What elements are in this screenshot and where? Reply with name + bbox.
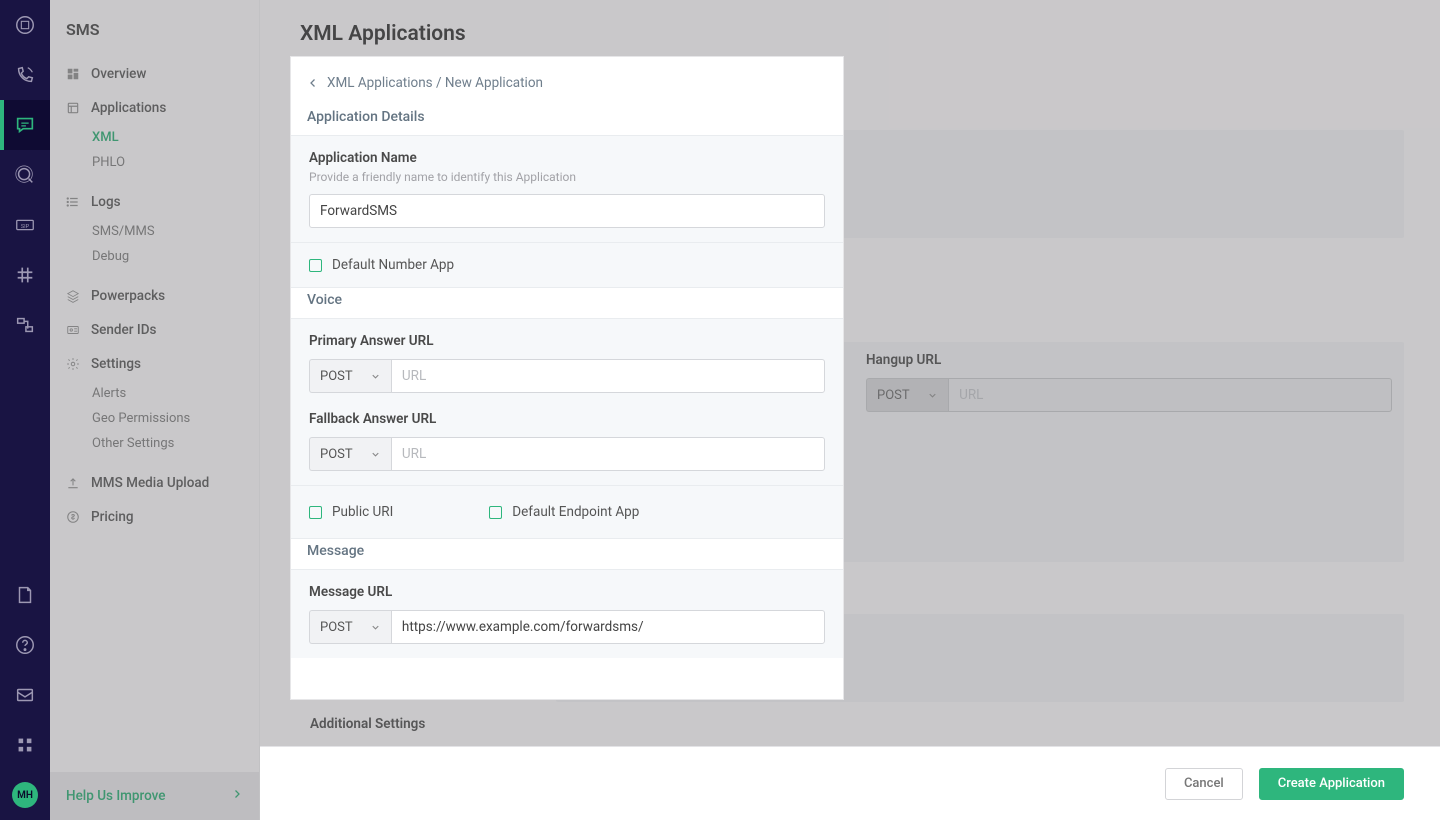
fallback-url-input[interactable] [391,437,825,471]
icon-rail: SIP MH [0,0,50,820]
primary-method-select[interactable]: POST [309,359,391,393]
rail-sip-icon[interactable]: SIP [0,200,50,250]
select-value: POST [320,369,353,384]
rail-docs-icon[interactable] [0,570,50,620]
rail-account-avatar[interactable]: MH [0,770,50,820]
rail-home-icon[interactable] [0,0,50,50]
rail-trunk-icon[interactable] [0,300,50,350]
checkbox-label: Default Endpoint App [512,504,639,520]
chevron-down-icon [370,622,381,633]
app-name-input[interactable] [309,194,825,228]
section-voice: Voice [291,288,843,318]
fallback-method-select[interactable]: POST [309,437,391,471]
rail-numbers-icon[interactable] [0,250,50,300]
breadcrumb[interactable]: XML Applications / New Application [291,57,843,105]
cancel-button[interactable]: Cancel [1165,768,1243,800]
rail-help-icon[interactable] [0,620,50,670]
rail-lookup-icon[interactable] [0,150,50,200]
primary-answer-label: Primary Answer URL [309,333,825,349]
message-url-label: Message URL [309,584,825,600]
chevron-left-icon [307,77,319,89]
select-value: POST [320,620,353,635]
app-name-label: Application Name [309,150,825,166]
section-application-details: Application Details [291,105,843,135]
checkbox-label: Public URI [332,504,393,520]
rail-apps-icon[interactable] [0,720,50,770]
breadcrumb-text: XML Applications / New Application [327,75,543,91]
svg-text:SIP: SIP [21,224,30,230]
avatar: MH [12,782,38,808]
chevron-down-icon [370,449,381,460]
message-url-input[interactable] [391,610,825,644]
default-endpoint-app-checkbox[interactable] [489,506,502,519]
section-message: Message [291,539,843,569]
create-application-button[interactable]: Create Application [1259,768,1404,800]
rail-support-icon[interactable] [0,670,50,720]
rail-sms-icon[interactable] [0,100,50,150]
public-uri-checkbox[interactable] [309,506,322,519]
message-method-select[interactable]: POST [309,610,391,644]
app-name-help: Provide a friendly name to identify this… [309,170,825,184]
checkbox-label: Default Number App [332,257,454,273]
default-number-app-checkbox[interactable] [309,259,322,272]
chevron-down-icon [370,371,381,382]
application-form-panel: XML Applications / New Application Appli… [290,56,844,700]
select-value: POST [320,447,353,462]
footer-bar: Cancel Create Application [260,746,1440,820]
fallback-answer-label: Fallback Answer URL [309,411,825,427]
rail-voice-icon[interactable] [0,50,50,100]
primary-url-input[interactable] [391,359,825,393]
